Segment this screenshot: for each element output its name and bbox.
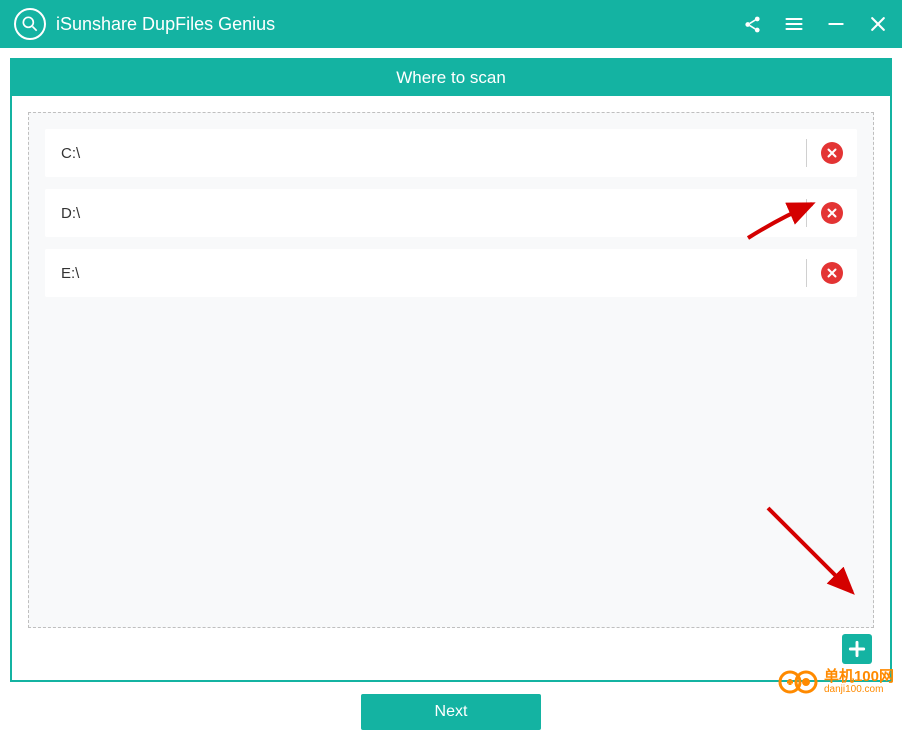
add-path-button[interactable] bbox=[842, 634, 872, 664]
app-logo-icon bbox=[14, 8, 46, 40]
path-row: D:\ bbox=[45, 189, 857, 237]
add-row bbox=[28, 634, 874, 664]
row-divider bbox=[806, 139, 807, 167]
titlebar: iSunshare DupFiles Genius bbox=[0, 0, 902, 48]
footer: Next bbox=[10, 682, 892, 734]
remove-icon bbox=[826, 207, 838, 219]
path-row: C:\ bbox=[45, 129, 857, 177]
remove-path-button[interactable] bbox=[821, 142, 843, 164]
path-text: D:\ bbox=[61, 205, 792, 222]
next-button[interactable]: Next bbox=[361, 694, 541, 730]
app-logo-title: iSunshare DupFiles Genius bbox=[14, 8, 275, 40]
main-area: Where to scan C:\ D:\ bbox=[0, 48, 902, 744]
scan-panel: Where to scan C:\ D:\ bbox=[10, 58, 892, 682]
paths-container: C:\ D:\ bbox=[28, 112, 874, 628]
share-icon[interactable] bbox=[742, 14, 762, 34]
app-title: iSunshare DupFiles Genius bbox=[56, 14, 275, 35]
remove-path-button[interactable] bbox=[821, 262, 843, 284]
plus-icon bbox=[847, 639, 867, 659]
row-divider bbox=[806, 199, 807, 227]
remove-icon bbox=[826, 147, 838, 159]
row-divider bbox=[806, 259, 807, 287]
remove-path-button[interactable] bbox=[821, 202, 843, 224]
path-text: C:\ bbox=[61, 145, 792, 162]
close-icon[interactable] bbox=[868, 14, 888, 34]
minimize-icon[interactable] bbox=[826, 14, 846, 34]
panel-body: C:\ D:\ bbox=[12, 96, 890, 680]
panel-header: Where to scan bbox=[12, 60, 890, 96]
menu-icon[interactable] bbox=[784, 14, 804, 34]
path-row: E:\ bbox=[45, 249, 857, 297]
titlebar-actions bbox=[742, 14, 888, 34]
remove-icon bbox=[826, 267, 838, 279]
path-text: E:\ bbox=[61, 265, 792, 282]
